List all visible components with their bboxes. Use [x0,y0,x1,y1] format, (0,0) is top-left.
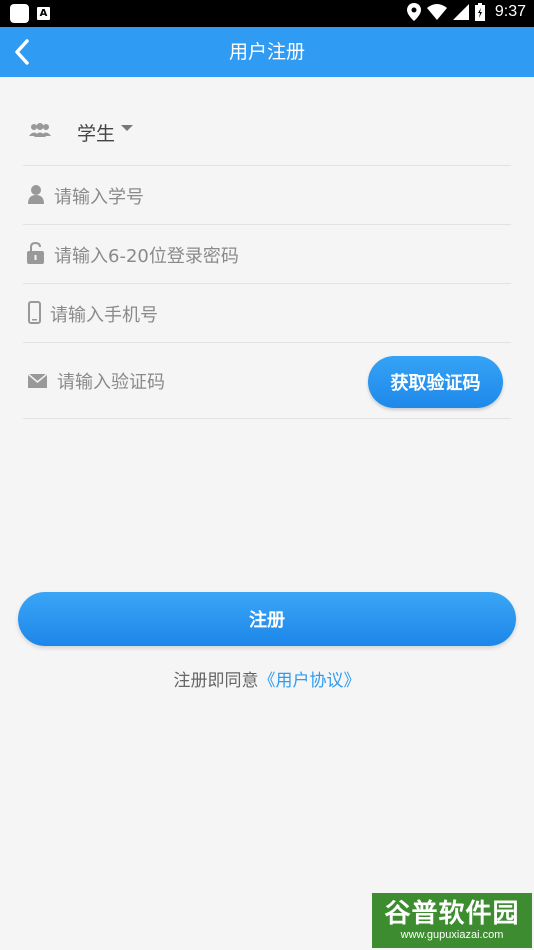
agreement-text: 注册即同意《用户协议》 [0,666,534,691]
user-agreement-link[interactable]: 《用户协议》 [259,671,361,691]
student-id-field[interactable]: 请输入学号 [23,166,511,225]
register-form: 学生 请输入学号 请输入6-20位登录密码 请输入手机号 请输入验证码 获取验证… [23,77,511,419]
agreement-prefix: 注册即同意 [173,671,259,691]
page-title: 用户注册 [228,41,305,63]
lock-icon [27,242,44,264]
users-icon [29,123,51,137]
a-badge-icon: A [37,7,50,20]
status-bar-left: A [10,4,50,23]
status-time: 9:37 [494,3,526,20]
battery-icon [474,3,485,21]
watermark: 谷普软件园 www.gupuxiazai.com [372,893,532,948]
password-field[interactable]: 请输入6-20位登录密码 [23,225,511,284]
role-selector[interactable]: 学生 [23,77,511,166]
person-icon [28,185,44,204]
status-bar-right: 9:37 [406,3,526,21]
signal-icon [452,4,469,20]
verification-input[interactable]: 请输入验证码 [57,368,165,394]
student-id-placeholder: 请输入学号 [54,187,144,208]
phone-field[interactable]: 请输入手机号 [23,284,511,343]
wifi-icon [426,4,447,20]
back-button[interactable] [4,33,40,71]
title-bar: 用户注册 [0,27,534,77]
app-icon [10,4,29,23]
location-icon [406,3,421,21]
mail-icon [28,374,47,388]
status-bar: A 9:37 [0,0,534,27]
phone-icon [28,301,41,324]
watermark-url: www.gupuxiazai.com [400,928,504,941]
register-button[interactable]: 注册 [18,592,516,646]
password-placeholder: 请输入6-20位登录密码 [54,246,239,267]
verification-row: 请输入验证码 获取验证码 [23,343,511,419]
get-code-button[interactable]: 获取验证码 [368,356,503,408]
phone-placeholder: 请输入手机号 [50,305,158,326]
watermark-logo: 谷普软件园 [384,898,520,929]
chevron-down-icon [121,125,133,131]
role-value: 学生 [77,123,116,145]
chevron-left-icon [15,39,29,65]
